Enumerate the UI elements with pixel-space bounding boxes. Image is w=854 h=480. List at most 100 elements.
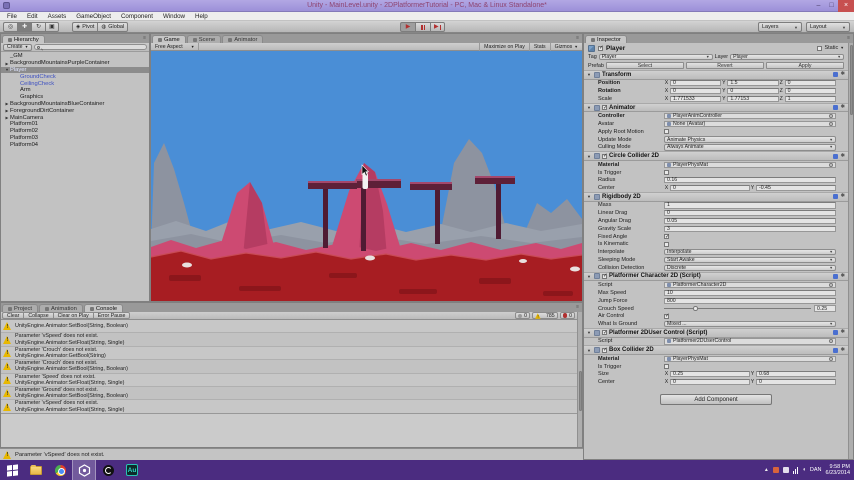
language-indicator[interactable]: DAN: [810, 467, 822, 473]
fold-arrow-icon[interactable]: ▼: [587, 274, 592, 279]
component-header-animator[interactable]: ▼ Animator ✱: [584, 102, 848, 113]
object-field[interactable]: None (Avatar): [664, 120, 836, 128]
layout-dropdown[interactable]: Layout ▼: [806, 22, 850, 32]
panel-menu-icon[interactable]: ≡: [576, 303, 582, 312]
hierarchy-item-arm[interactable]: Arm: [1, 87, 149, 94]
prefab-select-button[interactable]: Select: [605, 62, 684, 69]
camtasia-taskbar-icon[interactable]: [96, 460, 120, 480]
tag-dropdown[interactable]: Player ▼: [598, 53, 713, 61]
step-button[interactable]: ▶: [430, 22, 445, 32]
object-picker-icon[interactable]: [829, 339, 833, 344]
add-component-button[interactable]: Add Component: [660, 394, 772, 405]
rotate-tool-button[interactable]: ↻: [31, 22, 45, 32]
hierarchy-item-platform01[interactable]: Platform01: [1, 121, 149, 128]
status-bar[interactable]: Parameter 'vSpeed' does not exist.: [0, 448, 583, 460]
gear-icon[interactable]: ✱: [840, 194, 845, 200]
value-field[interactable]: 0: [670, 88, 722, 95]
fold-arrow-icon[interactable]: ▼: [587, 72, 592, 77]
value-field[interactable]: 3: [664, 225, 836, 232]
fold-arrow-icon[interactable]: ▼: [587, 194, 592, 199]
value-field[interactable]: 1.5: [727, 80, 779, 87]
tab-console[interactable]: Console: [83, 304, 124, 312]
property-dropdown[interactable]: Animate Physics ▼: [664, 136, 836, 143]
value-field[interactable]: 1: [664, 202, 836, 209]
value-field[interactable]: 0.68: [756, 371, 836, 378]
inspector-scrollbar[interactable]: [848, 43, 853, 459]
menu-gameobject[interactable]: GameObject: [71, 12, 116, 21]
menu-component[interactable]: Component: [116, 12, 158, 21]
pc-status-icon[interactable]: [782, 467, 789, 473]
inspector-scrollbar-thumb[interactable]: [849, 45, 853, 115]
object-field[interactable]: Platformer2DUserControl: [664, 338, 836, 345]
component-enabled-checkbox[interactable]: [602, 153, 608, 159]
scale-tool-button[interactable]: ▣: [45, 22, 59, 32]
clock[interactable]: 9:58 PM 6/23/2014: [826, 464, 850, 477]
help-icon[interactable]: [833, 194, 839, 200]
create-button[interactable]: Create ▼: [3, 43, 33, 51]
prefab-apply-button[interactable]: Apply: [765, 62, 844, 69]
hierarchy-item-foregrounddirtcontainer[interactable]: ▶ ForegroundDirtContainer: [1, 107, 149, 114]
warning-count[interactable]: 785: [531, 312, 558, 319]
object-picker-icon[interactable]: [829, 283, 833, 288]
move-tool-button[interactable]: ✚: [17, 22, 31, 32]
help-icon[interactable]: [833, 153, 839, 159]
value-field[interactable]: 0.25: [670, 371, 750, 378]
hierarchy-item-player[interactable]: ▼ Player: [1, 66, 149, 74]
property-dropdown[interactable]: Interpolate ▼: [664, 248, 836, 256]
hierarchy-item-groundcheck[interactable]: GroundCheck: [1, 73, 149, 80]
tab-animation[interactable]: Animation: [39, 304, 83, 312]
gear-icon[interactable]: ✱: [840, 347, 845, 353]
window-titlebar[interactable]: Unity - MainLevel.unity - 2DPlatformerTu…: [0, 0, 854, 12]
help-icon[interactable]: [833, 347, 839, 353]
property-checkbox[interactable]: [664, 313, 670, 319]
help-icon[interactable]: [833, 105, 839, 111]
gear-icon[interactable]: ✱: [840, 273, 845, 279]
help-icon[interactable]: [833, 273, 839, 279]
help-icon[interactable]: [833, 72, 839, 78]
value-field[interactable]: 0: [670, 80, 722, 87]
fold-arrow-icon[interactable]: ▼: [587, 154, 592, 159]
object-picker-icon[interactable]: [829, 114, 833, 119]
property-dropdown[interactable]: Start Awake ▼: [664, 256, 836, 264]
console-scrollbar-thumb[interactable]: [578, 371, 582, 411]
gear-icon[interactable]: ✱: [840, 330, 845, 336]
hierarchy-item-maincamera[interactable]: ▶ MainCamera: [1, 114, 149, 121]
object-field[interactable]: PlatformerCharacter2D: [664, 282, 836, 289]
clear-on-play-button[interactable]: Clear on Play: [52, 312, 93, 319]
panel-menu-icon[interactable]: ≡: [847, 34, 853, 43]
chrome-taskbar-icon[interactable]: [48, 460, 72, 480]
info-count[interactable]: 0: [515, 312, 530, 319]
layers-dropdown[interactable]: Layers ▼: [758, 22, 802, 32]
tab-game[interactable]: Game: [152, 35, 186, 43]
gear-icon[interactable]: ✱: [840, 153, 845, 159]
console-entry[interactable]: UnityEngine.Animator:SetBool(String, Boo…: [1, 320, 582, 334]
volume-icon[interactable]: ◖: [802, 467, 806, 473]
value-field[interactable]: 0: [784, 80, 836, 87]
error-count[interactable]: 0: [559, 312, 575, 319]
value-field[interactable]: 1.771533: [670, 95, 722, 103]
console-scrollbar[interactable]: [577, 312, 582, 447]
value-field[interactable]: 0: [756, 379, 836, 386]
hierarchy-item-backgroundmountainspurplecontainer[interactable]: ▶ BackgroundMountainsPurpleContainer: [1, 60, 149, 67]
layer-dropdown[interactable]: Player ▼: [730, 53, 845, 61]
hierarchy-search-input[interactable]: [34, 43, 147, 51]
minimize-button[interactable]: –: [812, 0, 825, 12]
hierarchy-item-platform04[interactable]: Platform04: [1, 141, 149, 148]
object-name[interactable]: Player: [606, 45, 814, 52]
console-entry[interactable]: Parameter 'vSpeed' does not exist.UnityE…: [1, 400, 582, 414]
property-checkbox[interactable]: [664, 241, 669, 247]
property-checkbox[interactable]: [664, 170, 669, 176]
value-field[interactable]: 0: [670, 379, 750, 386]
hierarchy-item-ceilingcheck[interactable]: CeilingCheck: [1, 80, 149, 87]
value-field[interactable]: 0: [727, 88, 779, 95]
property-checkbox[interactable]: [664, 129, 669, 135]
property-checkbox[interactable]: [664, 364, 669, 369]
tab-inspector[interactable]: Inspector: [585, 35, 627, 43]
component-header-box-collider-2d[interactable]: ▼ Box Collider 2D ✱: [584, 345, 848, 355]
component-enabled-checkbox[interactable]: [602, 105, 608, 111]
menu-edit[interactable]: Edit: [22, 12, 43, 21]
prefab-revert-button[interactable]: Revert: [685, 62, 764, 69]
close-button[interactable]: ×: [838, 0, 854, 12]
object-field[interactable]: PlayerPhysMat: [664, 161, 836, 168]
maximize-on-play-button[interactable]: Maximize on Play: [479, 42, 529, 51]
